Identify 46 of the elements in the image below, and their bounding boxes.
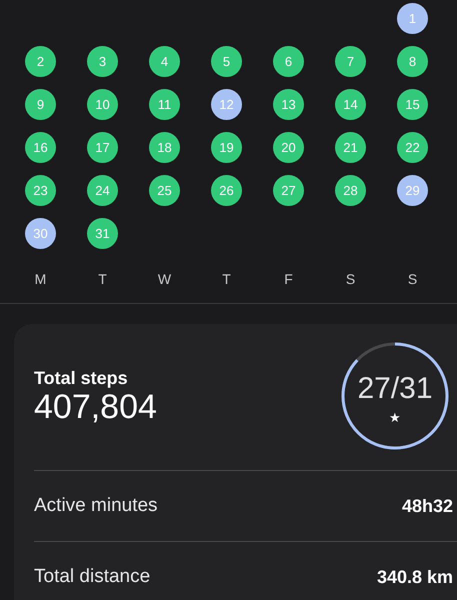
calendar-day[interactable]: 27 (273, 175, 304, 206)
weekday-label: T (97, 271, 108, 289)
star-mark: ★ (388, 410, 402, 425)
stat-label: Total distance (34, 566, 150, 588)
stat-value: 48h32 (402, 496, 453, 516)
calendar-day[interactable]: 19 (211, 132, 242, 163)
calendar-day[interactable]: 14 (335, 89, 366, 120)
calendar-day[interactable]: 9 (25, 89, 56, 120)
weekday-label: W (156, 271, 172, 289)
calendar-day[interactable]: 2 (25, 46, 56, 77)
weekday-label: M (34, 271, 48, 289)
calendar-day[interactable]: 26 (211, 175, 242, 206)
calendar-day[interactable]: 12 (211, 89, 242, 120)
calendar-day[interactable]: 4 (149, 46, 180, 77)
calendar-day[interactable]: 13 (273, 89, 304, 120)
calendar-day[interactable]: 3 (87, 46, 118, 77)
steps-value: 407,804 (34, 388, 157, 424)
calendar-day[interactable]: 30 (25, 218, 56, 249)
calendar-day[interactable]: 23 (25, 175, 56, 206)
goal-reading: 27/31 (356, 372, 434, 406)
calendar-day[interactable]: 29 (397, 175, 428, 206)
calendar-day[interactable]: 8 (397, 46, 428, 77)
calendar-day[interactable]: 24 (87, 175, 118, 206)
calendar-day[interactable]: 6 (273, 46, 304, 77)
weekday-label: S (344, 271, 356, 289)
calendar-day[interactable]: 17 (87, 132, 118, 163)
weekday-label: F (283, 271, 294, 289)
weekday-label: T (221, 271, 232, 289)
stat-value: 340.8 km (376, 566, 453, 588)
calendar-day[interactable]: 28 (335, 175, 366, 206)
calendar-day[interactable]: 21 (335, 132, 366, 163)
calendar-day[interactable]: 7 (335, 46, 366, 77)
calendar-day[interactable]: 11 (149, 89, 180, 120)
calendar-day[interactable]: 20 (273, 132, 304, 163)
calendar-day[interactable]: 18 (149, 132, 180, 163)
calendar-day[interactable]: 5 (211, 46, 242, 77)
calendar-day[interactable]: 31 (87, 218, 118, 249)
calendar-day[interactable]: 16 (25, 132, 56, 163)
calendar-day[interactable]: 10 (87, 89, 118, 120)
stat-label: Active minutes (34, 495, 158, 517)
calendar-day[interactable]: 22 (397, 132, 428, 163)
weekday-label: S (406, 271, 418, 289)
calendar-day[interactable]: 15 (397, 89, 428, 120)
calendar-day[interactable]: 1 (397, 3, 428, 34)
calendar-day[interactable]: 25 (149, 175, 180, 206)
steps-title: Total steps (34, 368, 129, 388)
